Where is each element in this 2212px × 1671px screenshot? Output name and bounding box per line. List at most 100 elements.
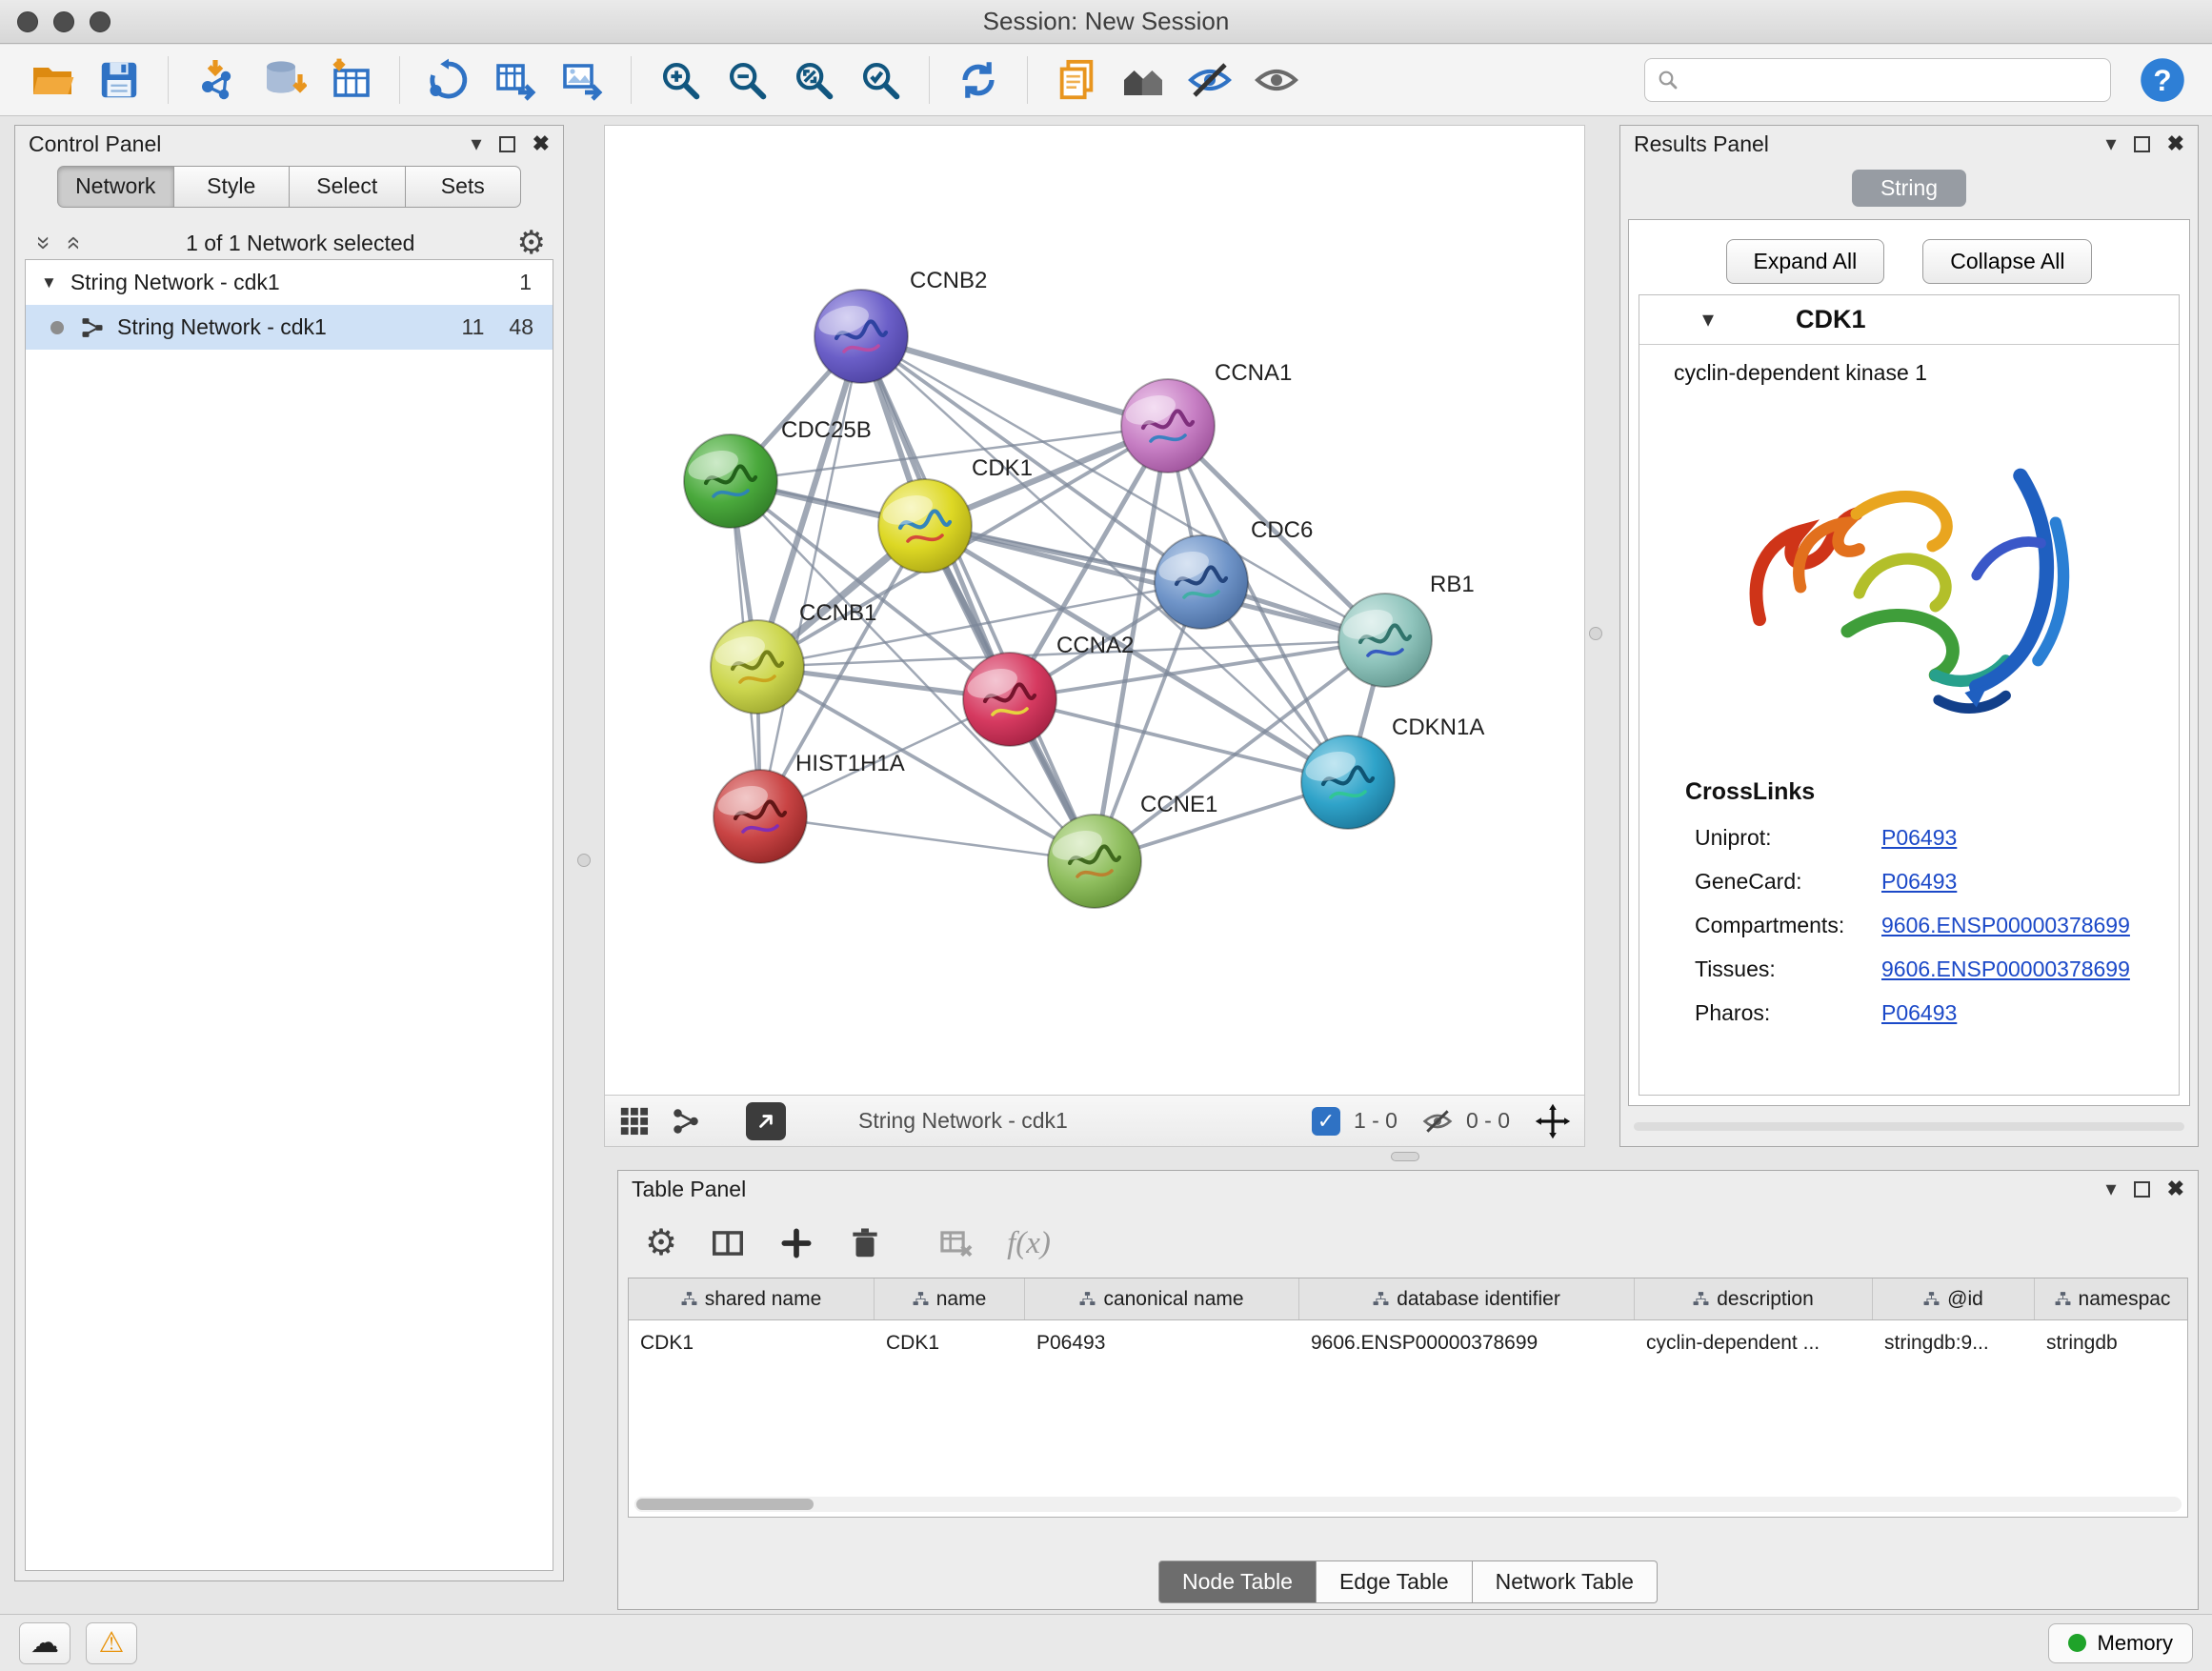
- table-settings-gear-icon[interactable]: ⚙: [645, 1225, 677, 1261]
- snapshot-button[interactable]: [1047, 50, 1106, 110]
- tab-edge-table[interactable]: Edge Table: [1317, 1560, 1473, 1603]
- zoom-out-button[interactable]: [717, 50, 776, 110]
- collection-collapse-icon[interactable]: ▼: [41, 273, 57, 292]
- search-input[interactable]: [1687, 68, 2099, 92]
- results-scrollbar[interactable]: [1634, 1122, 2184, 1131]
- column-header-description[interactable]: description: [1635, 1278, 1873, 1319]
- show-all-button[interactable]: [1247, 50, 1306, 110]
- close-panel-icon[interactable]: ✖: [533, 133, 550, 154]
- grid-icon[interactable]: [618, 1105, 651, 1137]
- network-options-gear-icon[interactable]: ⚙: [517, 227, 546, 259]
- refresh-layout-button[interactable]: [949, 50, 1008, 110]
- crosslink-value-link[interactable]: 9606.ENSP00000378699: [1881, 956, 2130, 982]
- crosslink-value-link[interactable]: P06493: [1881, 869, 1957, 895]
- scrollbar-thumb[interactable]: [636, 1499, 814, 1510]
- table-cell[interactable]: stringdb:9...: [1873, 1332, 2035, 1355]
- tab-network-table[interactable]: Network Table: [1473, 1560, 1658, 1603]
- show-columns-icon[interactable]: [710, 1225, 746, 1261]
- tab-select[interactable]: Select: [290, 166, 406, 208]
- close-panel-icon[interactable]: ✖: [2167, 1178, 2184, 1199]
- zoom-selected-button[interactable]: [851, 50, 910, 110]
- panel-menu-icon[interactable]: ▾: [2106, 133, 2117, 154]
- help-button[interactable]: ?: [2136, 53, 2189, 107]
- network-node-ccne1[interactable]: [1048, 815, 1141, 908]
- network-node-cdkn1a[interactable]: [1301, 735, 1395, 829]
- gene-section-header[interactable]: ▾ CDK1: [1639, 295, 2179, 345]
- cloud-status-button[interactable]: ☁: [19, 1622, 70, 1664]
- network-node-ccnb2[interactable]: [814, 290, 908, 383]
- tab-node-table[interactable]: Node Table: [1158, 1560, 1317, 1603]
- tab-sets[interactable]: Sets: [406, 166, 522, 208]
- open-session-button[interactable]: [23, 50, 82, 110]
- collapse-all-button[interactable]: Collapse All: [1922, 239, 2092, 284]
- table-cell[interactable]: stringdb: [2035, 1332, 2188, 1355]
- import-network-database-button[interactable]: [254, 50, 313, 110]
- export-table-button[interactable]: [486, 50, 545, 110]
- hide-selected-button[interactable]: [1180, 50, 1239, 110]
- network-node-ccna2[interactable]: [963, 653, 1056, 746]
- string-network-graph[interactable]: CCNB2CCNA1CDC25BCDK1CDC6RB1CCNB1CCNA2CDK…: [605, 126, 1584, 1095]
- close-panel-icon[interactable]: ✖: [2167, 133, 2184, 154]
- collapse-all-networks-icon[interactable]: »: [32, 231, 57, 255]
- float-panel-icon[interactable]: [2134, 136, 2150, 152]
- right-splitter-handle[interactable]: [1589, 627, 1602, 640]
- crosslink-value-link[interactable]: P06493: [1881, 1000, 1957, 1026]
- column-header-shared-name[interactable]: shared name: [629, 1278, 875, 1319]
- tab-string[interactable]: String: [1852, 170, 1966, 207]
- crosslink-value-link[interactable]: 9606.ENSP00000378699: [1881, 913, 2130, 938]
- column-header-canonical-name[interactable]: canonical name: [1025, 1278, 1299, 1319]
- table-cell[interactable]: CDK1: [629, 1332, 875, 1355]
- column-header-name[interactable]: name: [875, 1278, 1025, 1319]
- network-node-rb1[interactable]: [1338, 594, 1432, 687]
- table-cell[interactable]: CDK1: [875, 1332, 1025, 1355]
- move-crosshair-icon[interactable]: [1535, 1103, 1571, 1139]
- tab-network[interactable]: Network: [57, 166, 174, 208]
- network-canvas[interactable]: CCNB2CCNA1CDC25BCDK1CDC6RB1CCNB1CCNA2CDK…: [604, 125, 1585, 1096]
- crosslink-value-link[interactable]: P06493: [1881, 825, 1957, 851]
- network-from-selection-button[interactable]: [419, 50, 478, 110]
- table-horizontal-scrollbar[interactable]: [634, 1497, 2182, 1512]
- zoom-in-button[interactable]: [651, 50, 710, 110]
- panel-menu-icon[interactable]: ▾: [472, 133, 482, 154]
- open-in-window-button[interactable]: [746, 1102, 786, 1140]
- function-builder-icon[interactable]: f(x): [1007, 1226, 1051, 1261]
- network-collection-row[interactable]: ▼ String Network - cdk1 1: [26, 260, 553, 305]
- share-network-icon[interactable]: [670, 1105, 702, 1137]
- column-header-database-identifier[interactable]: database identifier: [1299, 1278, 1635, 1319]
- import-table-button[interactable]: [321, 50, 380, 110]
- delete-column-icon[interactable]: [847, 1225, 883, 1261]
- network-row-selected[interactable]: String Network - cdk1 11 48: [26, 305, 553, 350]
- expand-all-networks-icon[interactable]: »: [59, 231, 84, 255]
- network-node-cdc6[interactable]: [1155, 535, 1248, 629]
- birdseye-button[interactable]: [1114, 50, 1173, 110]
- table-cell[interactable]: P06493: [1025, 1332, 1299, 1355]
- table-cell[interactable]: cyclin-dependent ...: [1635, 1332, 1873, 1355]
- network-node-cdk1[interactable]: [878, 479, 972, 573]
- zoom-fit-button[interactable]: [784, 50, 843, 110]
- save-session-button[interactable]: [90, 50, 149, 110]
- network-node-cdc25b[interactable]: [684, 434, 777, 528]
- left-splitter-handle[interactable]: [577, 854, 591, 867]
- tab-style[interactable]: Style: [174, 166, 291, 208]
- float-panel-icon[interactable]: [499, 136, 515, 152]
- warnings-button[interactable]: ⚠: [86, 1622, 137, 1664]
- column-header--id[interactable]: @id: [1873, 1278, 2035, 1319]
- add-column-icon[interactable]: [778, 1225, 814, 1261]
- bottom-splitter-handle[interactable]: [1391, 1152, 1419, 1161]
- network-node-ccna1[interactable]: [1121, 379, 1215, 473]
- selected-checkbox-icon[interactable]: ✓: [1312, 1107, 1340, 1136]
- network-node-ccnb1[interactable]: [711, 620, 804, 714]
- network-node-hist1h1a[interactable]: [714, 770, 807, 863]
- hidden-eye-slash-icon[interactable]: [1422, 1106, 1453, 1137]
- export-image-button[interactable]: [553, 50, 612, 110]
- expand-all-button[interactable]: Expand All: [1726, 239, 1885, 284]
- column-header-namespac[interactable]: namespac: [2035, 1278, 2188, 1319]
- import-network-file-button[interactable]: [188, 50, 247, 110]
- float-panel-icon[interactable]: [2134, 1181, 2150, 1198]
- panel-menu-icon[interactable]: ▾: [2106, 1178, 2117, 1199]
- delete-table-icon[interactable]: [938, 1225, 975, 1261]
- table-row[interactable]: CDK1CDK1P064939606.ENSP00000378699cyclin…: [629, 1320, 2187, 1366]
- section-collapse-icon[interactable]: ▾: [1702, 306, 1714, 333]
- search-field[interactable]: [1644, 58, 2111, 102]
- memory-button[interactable]: Memory: [2048, 1623, 2193, 1663]
